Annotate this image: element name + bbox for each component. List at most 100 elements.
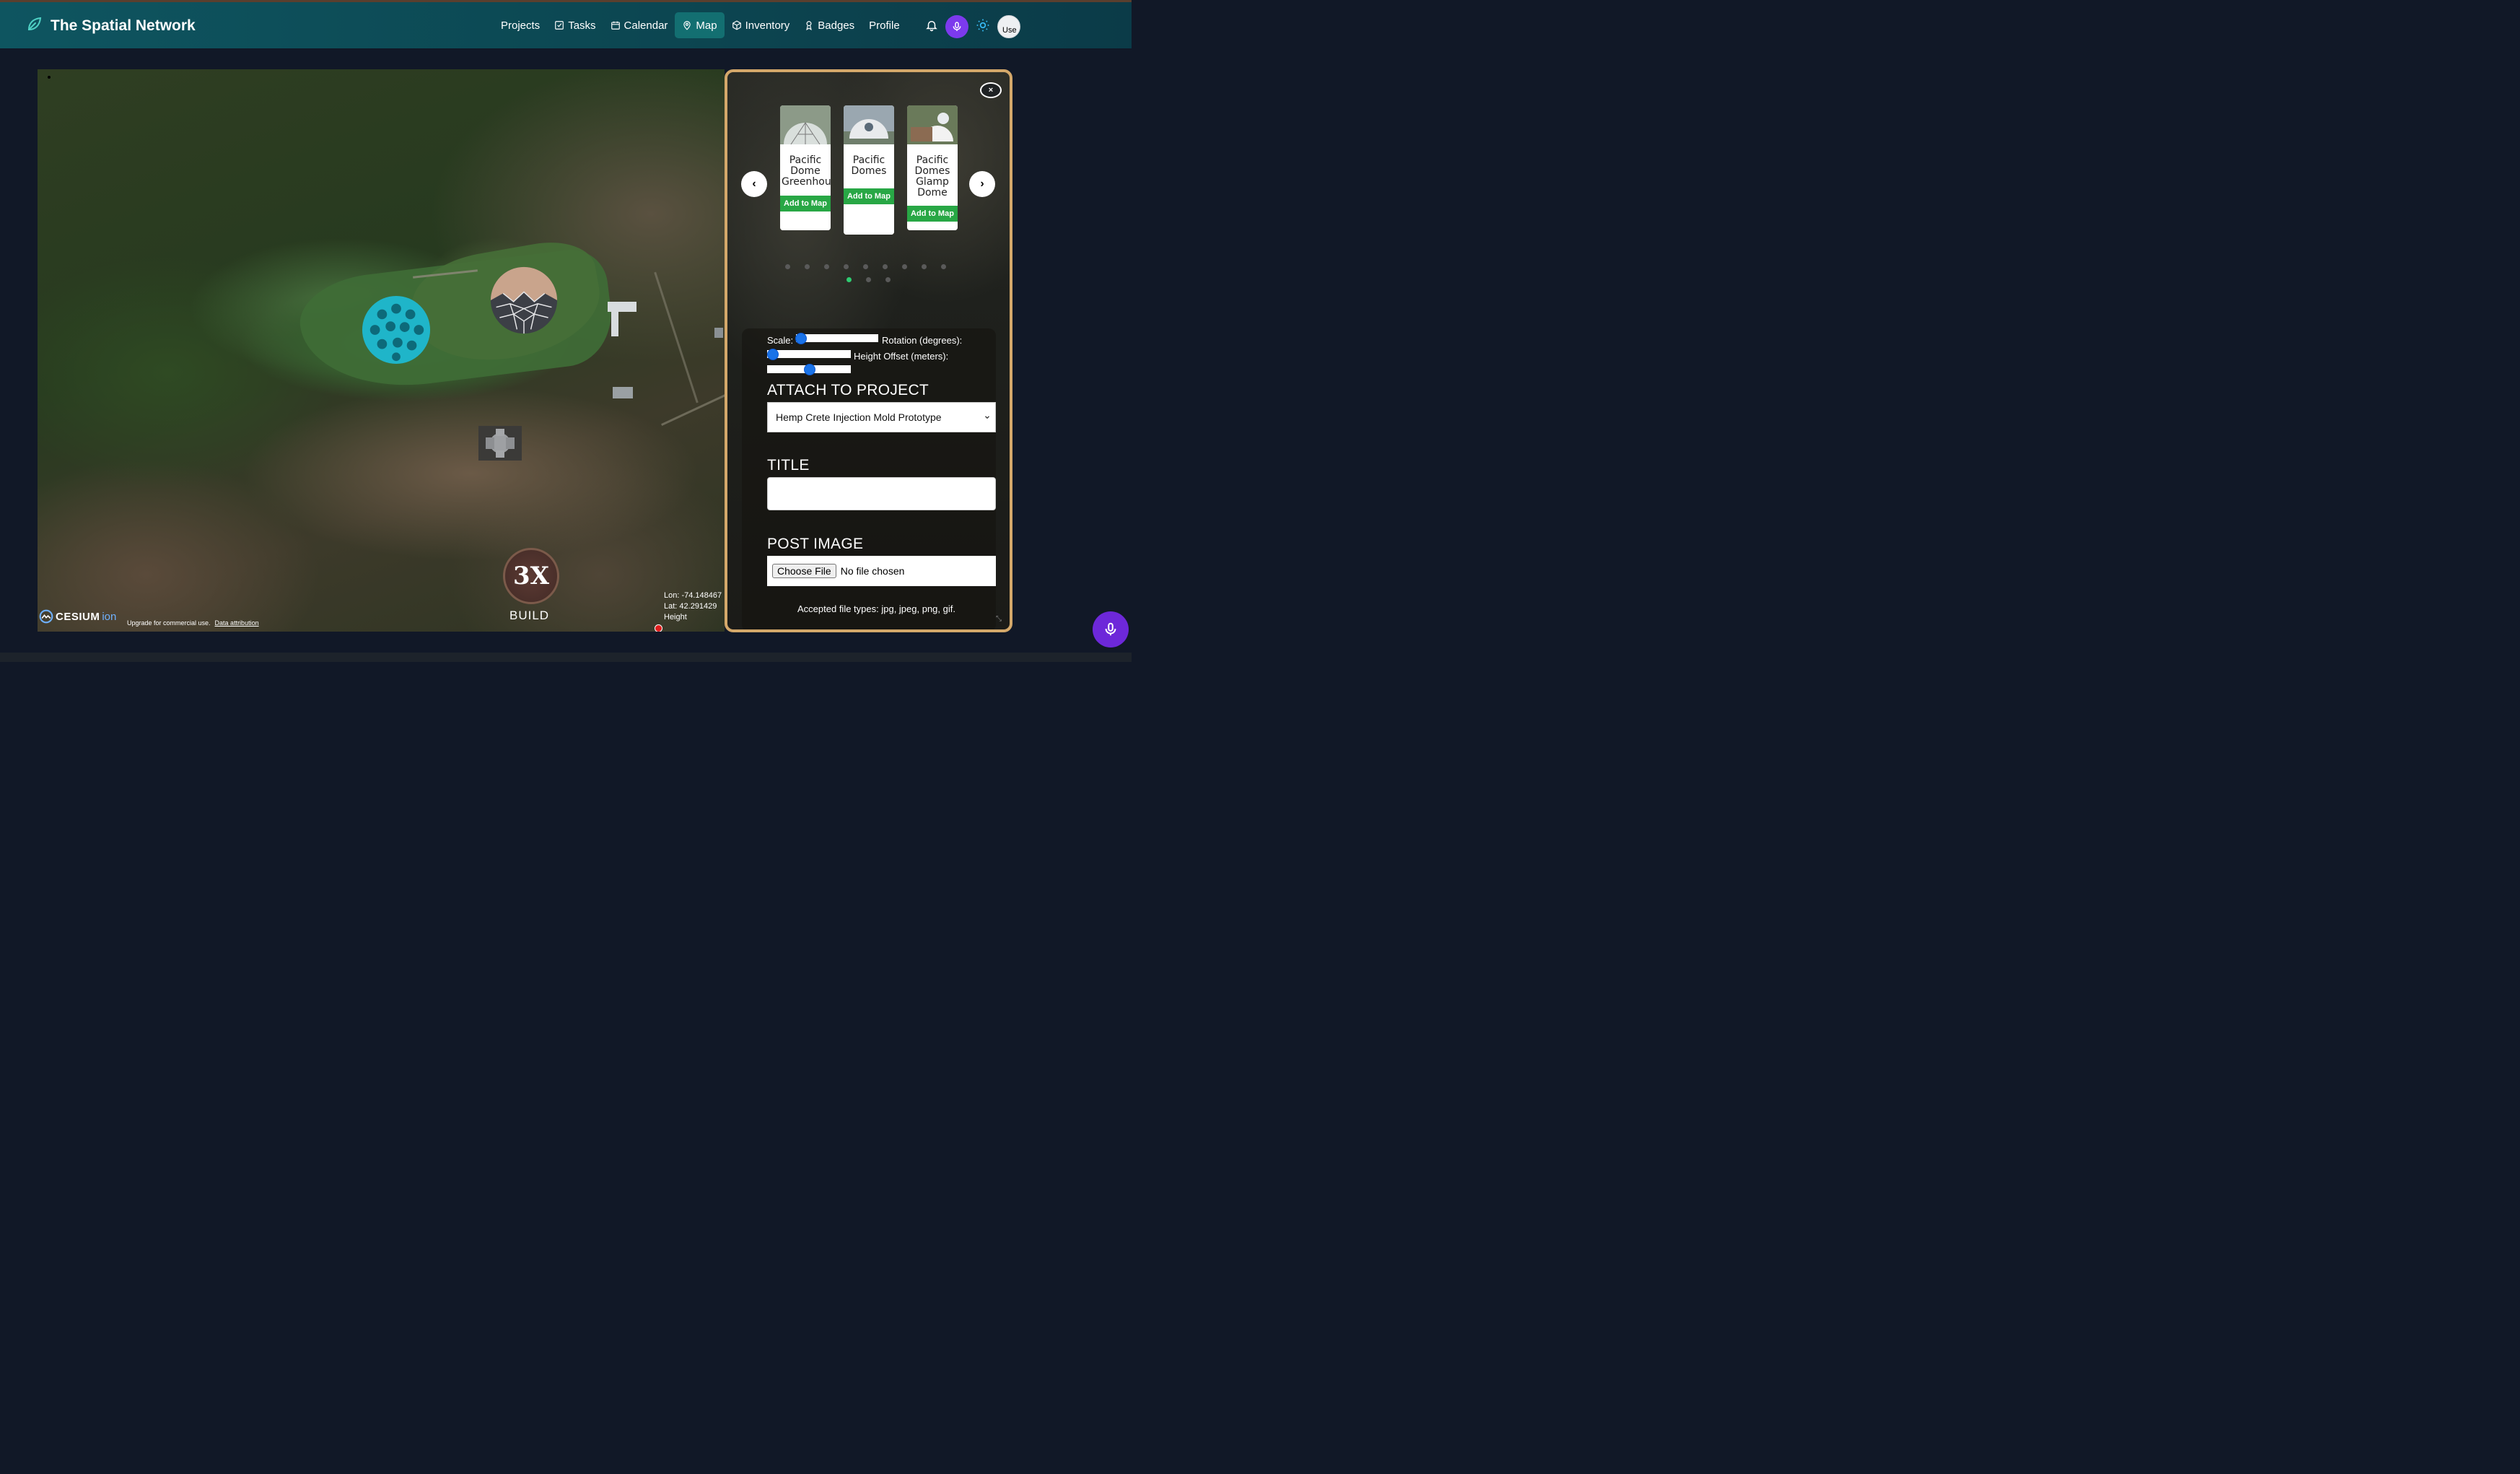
accepted-file-types: Accepted file types: jpg, jpeg, png, gif… [797,603,955,614]
carousel-dot[interactable] [863,264,868,269]
box-icon [732,20,741,30]
brand[interactable]: The Spatial Network [26,15,196,36]
nav-badges[interactable]: Badges [797,12,862,38]
chevron-right-icon: › [980,178,984,190]
calendar-icon [611,21,620,30]
cesium-credits: Upgrade for commercial use. Data attribut… [127,619,259,627]
post-image-file-input[interactable]: Choose File No file chosen [767,556,996,586]
cesium-brand: CESIUM [56,610,100,623]
carousel-dot[interactable] [866,277,871,282]
add-to-map-button[interactable]: Add to Map [844,188,894,204]
data-attribution-link[interactable]: Data attribution [215,619,259,627]
nav-tasks-label: Tasks [568,19,596,32]
title-input[interactable] [767,477,996,510]
map-driveway [654,271,699,404]
floating-voice-button[interactable] [1093,611,1129,647]
choose-file-button[interactable]: Choose File [772,564,836,578]
build-button[interactable]: 3X [503,548,559,604]
cesium-mark-icon [39,609,53,624]
carousel-dot[interactable] [885,277,891,282]
build-icon: 3X [512,562,550,590]
sun-theme-toggle-icon[interactable] [976,18,990,36]
height-offset-label: Height Offset (meters): [854,351,949,362]
height-readout: Height [664,613,687,622]
product-card: Pacific Domes Glamp Dome Add to Map [907,105,958,230]
carousel-prev-button[interactable]: ‹ [741,171,767,197]
carousel-dot[interactable] [902,264,907,269]
mic-icon [953,22,961,31]
geodesic-sphere-model[interactable] [361,295,432,365]
scale-slider[interactable] [796,334,878,342]
card-footer [907,222,958,230]
bell-icon[interactable] [925,19,938,35]
add-to-map-button[interactable]: Add to Map [907,206,958,222]
carousel-dot[interactable] [805,264,810,269]
nav-tasks[interactable]: Tasks [547,12,603,38]
nav-calendar[interactable]: Calendar [603,12,675,38]
map-pin-icon [683,21,691,30]
carousel-next-button[interactable]: › [969,171,995,197]
product-image [844,105,894,144]
card-footer [780,211,831,230]
carousel-dots-row2 [846,277,891,282]
nav-inventory[interactable]: Inventory [725,12,797,38]
nav-actions: Use [925,15,1020,38]
carousel-dot[interactable] [941,264,946,269]
build-label: BUILD [509,609,550,622]
map-house [608,302,636,312]
carousel-dot-active[interactable] [846,277,852,282]
nav-projects[interactable]: Projects [494,12,547,38]
navbar: The Spatial Network Projects Tasks Calen… [0,2,1132,48]
title-heading: TITLE [767,457,810,474]
page-footer-strip [0,653,1132,662]
voice-button[interactable] [945,15,968,38]
nav-profile[interactable]: Profile [862,12,907,38]
geodesic-dome-model[interactable] [489,266,559,335]
chevron-down-icon [985,416,989,419]
pod-model[interactable] [478,426,522,461]
project-select-value: Hemp Crete Injection Mold Prototype [776,411,942,423]
carousel-dot[interactable] [824,264,829,269]
no-file-chosen-text: No file chosen [840,565,905,577]
leaf-logo-icon [26,15,43,36]
nav-badges-label: Badges [818,19,855,32]
location-marker [655,624,662,632]
upgrade-text: Upgrade for commercial use. [127,619,211,627]
check-square-icon [555,21,564,30]
carousel-dot[interactable] [785,264,790,269]
nav-map[interactable]: Map [675,12,725,38]
carousel-dot[interactable] [922,264,927,269]
product-image [780,105,831,145]
project-select[interactable]: Hemp Crete Injection Mold Prototype [767,402,996,432]
cesium-logo[interactable]: CESIUM ion [39,609,116,624]
nav-calendar-label: Calendar [624,19,668,32]
close-icon: × [988,86,994,95]
resize-handle-icon[interactable]: ⤡ [996,615,1002,623]
carousel-dot[interactable] [883,264,888,269]
map-barn [613,387,633,398]
lat-readout: Lat: 42.291429 [664,602,717,611]
mic-icon [1105,622,1116,636]
map-marker-dot [48,76,51,79]
nav-map-label: Map [696,19,717,32]
rotation-slider[interactable] [767,350,851,358]
avatar[interactable]: Use [997,15,1020,38]
carousel-dot[interactable] [844,264,849,269]
add-to-map-button[interactable]: Add to Map [780,196,831,211]
height-offset-slider-thumb[interactable] [804,364,815,375]
scale-slider-thumb[interactable] [795,333,807,344]
product-image [907,105,958,144]
nav-inventory-label: Inventory [745,19,790,32]
main-nav: Projects Tasks Calendar Map Inventory Ba… [494,12,907,38]
close-button[interactable]: × [980,82,1002,98]
product-card: Pacific Domes Add to Map [844,105,894,235]
cesium-ion: ion [102,610,117,623]
post-image-heading: POST IMAGE [767,536,864,552]
chevron-left-icon: ‹ [752,178,756,190]
product-card: Pacific Dome Greenhouse Add to Map [780,105,831,230]
avatar-alt-text: Use [1002,26,1017,35]
scale-label: Scale: [767,335,794,346]
award-icon [806,21,813,30]
rotation-slider-thumb[interactable] [767,349,779,360]
map-viewport[interactable]: 3X BUILD CESIUM ion Upgrade for commerci… [38,69,725,632]
